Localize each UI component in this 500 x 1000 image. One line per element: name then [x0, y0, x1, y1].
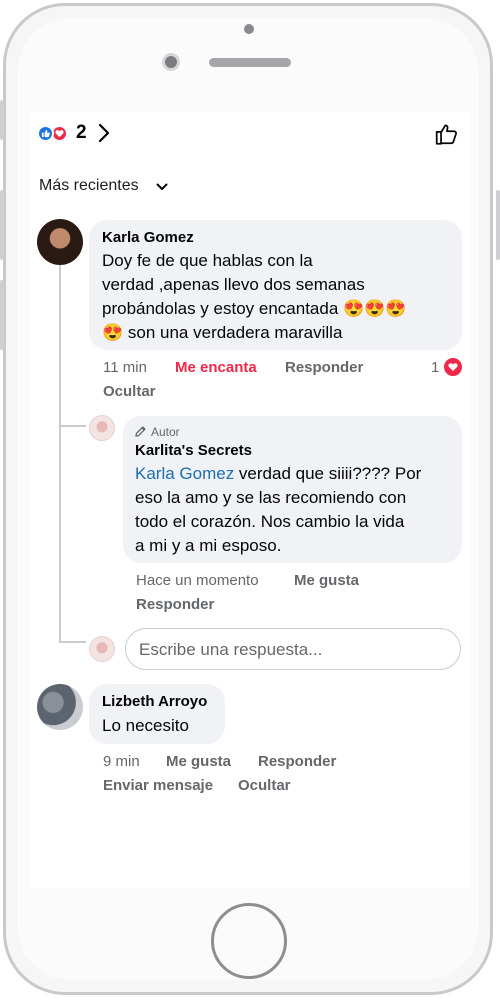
reply-button[interactable]: Responder [258, 753, 336, 770]
reply-text: Karla Gomez verdad que siiii???? Por eso… [135, 462, 421, 558]
reaction-count[interactable]: 1 [431, 359, 439, 376]
reply-bubble: Autor Karlita's Secrets Karla Gomez verd… [123, 416, 462, 563]
reactions-bar[interactable]: 2 [30, 112, 470, 156]
reply-line: todo el corazón. Nos cambio la vida [135, 512, 405, 531]
earpiece-speaker [209, 58, 291, 67]
comment-line: probándolas y estoy encantada 😍😍😍 [102, 299, 407, 318]
comment-bubble: Karla Gomez Doy fe de que hablas con la … [89, 220, 462, 350]
like-reaction-icon [37, 125, 54, 142]
comment-text: Doy fe de que hablas con la verdad ,apen… [102, 249, 407, 345]
comment-time[interactable]: 9 min [103, 753, 140, 770]
phone-power-button [496, 190, 500, 260]
reply-line: a mi y a mi esposo. [135, 536, 282, 555]
thread-connector [59, 425, 86, 427]
comments-screen: 2 Más recientes Karla Gomez Doy fe de qu… [30, 112, 470, 888]
sort-dropdown[interactable]: Más recientes [39, 177, 139, 195]
reply-line-text: verdad que siiii???? Por [234, 464, 422, 483]
avatar [89, 636, 115, 662]
chevron-right-icon[interactable] [98, 123, 110, 143]
comment-line: Doy fe de que hablas con la [102, 251, 313, 270]
comment-text: Lo necesito [102, 716, 189, 735]
like-button[interactable]: Me gusta [166, 753, 231, 770]
chevron-down-icon[interactable] [156, 183, 168, 191]
comment-author[interactable]: Karla Gomez [102, 229, 194, 246]
reply-input[interactable]: Escribe una respuesta... [125, 628, 461, 670]
comment-bubble: Lizbeth Arroyo Lo necesito [89, 684, 225, 744]
pencil-icon [135, 426, 146, 437]
like-button[interactable]: Me gusta [294, 572, 359, 589]
love-icon [444, 358, 462, 376]
thread-connector [59, 641, 86, 643]
send-message-button[interactable]: Enviar mensaje [103, 777, 213, 794]
phone-volume-up [0, 190, 4, 260]
love-reaction-button[interactable]: Me encanta [175, 359, 257, 376]
reply-author[interactable]: Karlita's Secrets [135, 442, 252, 459]
reply-line: eso la amo y se las recomiendo con [135, 488, 407, 507]
reply-time[interactable]: Hace un momento [136, 572, 259, 589]
proximity-sensor [244, 24, 254, 34]
reply-line: Karla Gomez verdad que siiii???? Por [135, 462, 421, 486]
reaction-count: 2 [76, 122, 87, 143]
author-badge: Autor [151, 425, 180, 439]
hide-button[interactable]: Ocultar [103, 383, 156, 400]
reply-input-placeholder: Escribe una respuesta... [139, 640, 323, 659]
phone-volume-down [0, 280, 4, 350]
thumbs-up-outline-icon[interactable] [434, 121, 460, 147]
comment-line: 😍 son una verdadera maravilla [102, 323, 343, 342]
comment-line: verdad ,apenas llevo dos semanas [102, 275, 365, 294]
front-camera [162, 53, 180, 71]
reply-button[interactable]: Responder [136, 596, 214, 613]
hide-button[interactable]: Ocultar [238, 777, 291, 794]
avatar[interactable] [37, 219, 83, 265]
comment-time[interactable]: 11 min [103, 359, 147, 376]
comment-author[interactable]: Lizbeth Arroyo [102, 693, 207, 710]
avatar[interactable] [37, 684, 83, 730]
thread-line [59, 264, 61, 642]
reply-button[interactable]: Responder [285, 359, 363, 376]
mention-link[interactable]: Karla Gomez [135, 464, 234, 483]
phone-side-button [0, 100, 4, 140]
home-button[interactable] [211, 903, 287, 979]
avatar[interactable] [89, 415, 115, 441]
